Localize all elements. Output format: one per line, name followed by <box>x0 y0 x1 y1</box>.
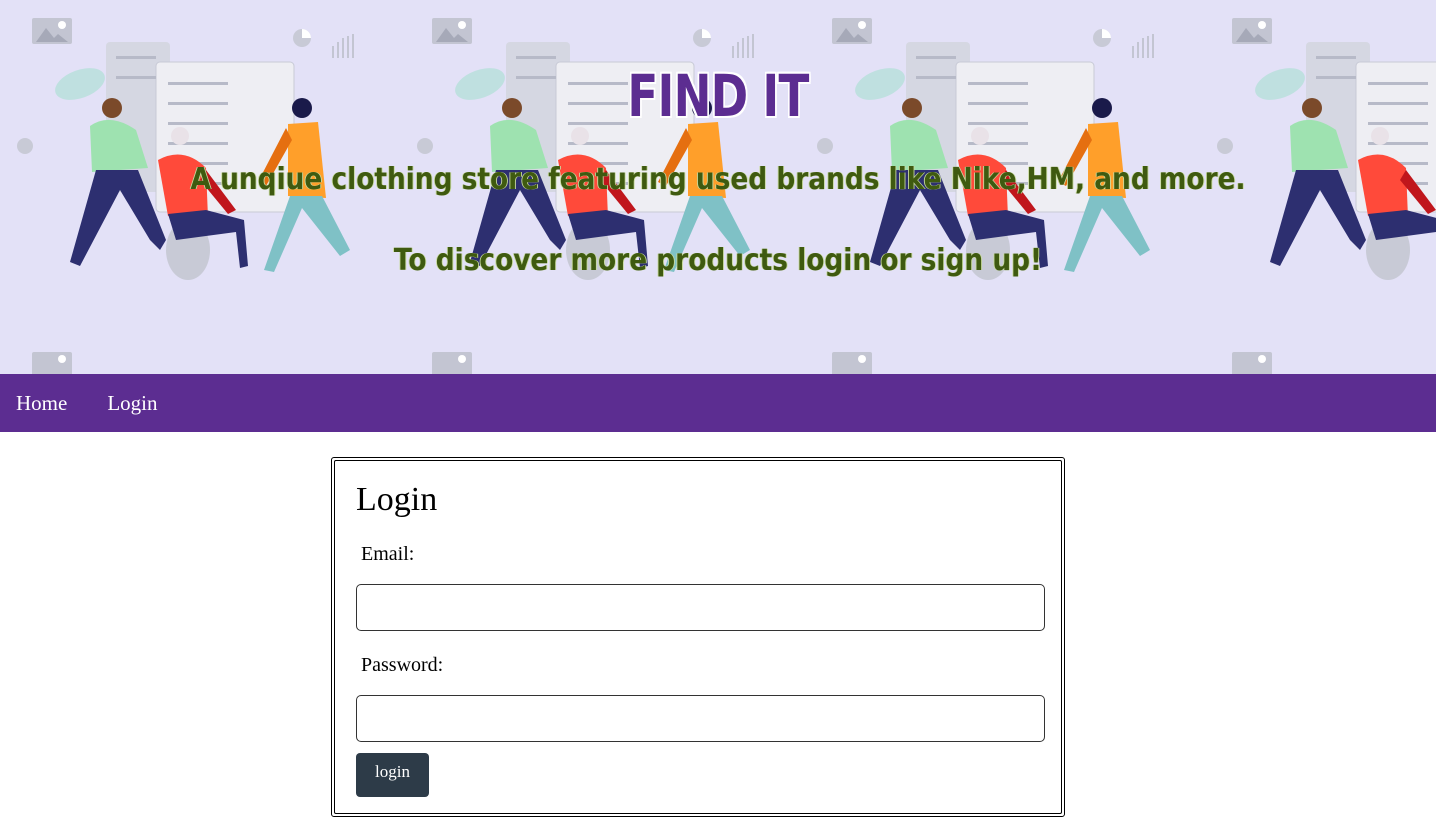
password-field[interactable] <box>356 695 1045 742</box>
image-placeholder-icon <box>432 18 472 44</box>
main-navbar: Home Login <box>0 374 1436 432</box>
login-form: Login Email: Password: login <box>334 460 1062 814</box>
bar-chart-icon <box>332 34 354 58</box>
bar-chart-icon <box>1132 34 1154 58</box>
image-placeholder-icon <box>832 352 872 374</box>
hero-subtitle: A unqiue clothing store featuring used b… <box>190 162 1246 197</box>
bar-chart-icon <box>732 34 754 58</box>
hero-banner: FIND IT A unqiue clothing store featurin… <box>0 0 1436 374</box>
nav-home-link[interactable]: Home <box>16 391 67 416</box>
hero-cta-text: To discover more products login or sign … <box>393 243 1043 278</box>
email-field[interactable] <box>356 584 1045 631</box>
email-label: Email: <box>361 543 415 565</box>
login-title: Login <box>356 481 438 518</box>
image-placeholder-icon <box>32 352 72 374</box>
login-button[interactable]: login <box>356 753 429 797</box>
image-placeholder-icon <box>1232 18 1272 44</box>
image-placeholder-icon <box>832 18 872 44</box>
login-card: Login Email: Password: login <box>331 457 1065 817</box>
password-label: Password: <box>361 654 444 676</box>
image-placeholder-icon <box>32 18 72 44</box>
hero-title: FIND IT <box>627 62 809 130</box>
nav-login-link[interactable]: Login <box>107 391 157 416</box>
image-placeholder-icon <box>432 352 472 374</box>
image-placeholder-icon <box>1232 352 1272 374</box>
